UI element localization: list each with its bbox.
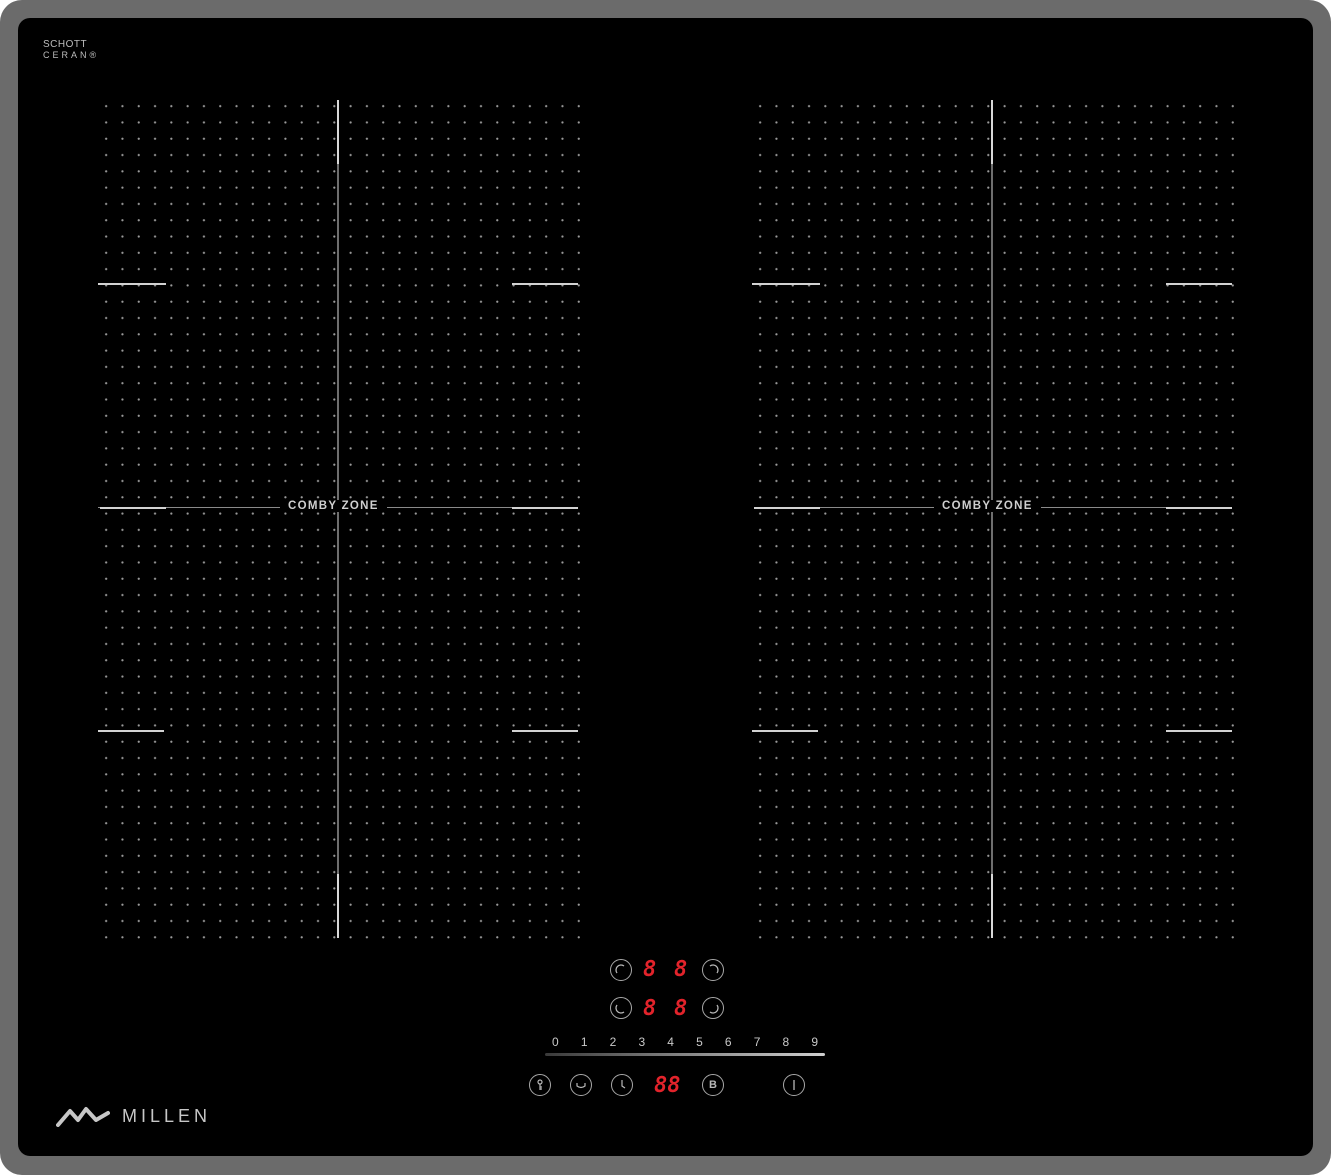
zone-marker-bottom-right (512, 730, 578, 732)
zone-select-front-right-button[interactable] (702, 997, 724, 1019)
zone-select-icon (709, 1004, 719, 1014)
pause-icon (576, 1083, 586, 1089)
power-level-0[interactable]: 0 (552, 1035, 559, 1049)
power-level-2[interactable]: 2 (610, 1035, 617, 1049)
power-level-7[interactable]: 7 (754, 1035, 761, 1049)
zone-select-icon (709, 964, 719, 974)
zone-marker-bottom-left-r (752, 730, 818, 732)
zone-select-icon (615, 1004, 625, 1014)
timer-button[interactable] (611, 1074, 633, 1096)
power-level-9[interactable]: 9 (811, 1035, 818, 1049)
zone-divider-vertical-left (337, 100, 339, 938)
schott-ceran-mark: SCHOTT CERAN® (43, 39, 100, 61)
display-rear-right: 8 (674, 957, 688, 982)
hob-frame: SCHOTT CERAN® COMBY ZONE COMBY ZONE 8 8 … (0, 0, 1331, 1175)
zone-marker-bottom-left (98, 730, 164, 732)
lock-icon (537, 1079, 543, 1090)
display-front-right: 8 (674, 996, 688, 1021)
zone-divider-mark-a (100, 507, 166, 509)
zone-divider-vertical-right (991, 100, 993, 938)
power-slider-track[interactable] (545, 1053, 825, 1056)
zone-select-icon (615, 964, 625, 974)
display-rear-left: 8 (643, 957, 657, 982)
zone-divider-mark-c (754, 507, 820, 509)
comby-zone-label-right: COMBY ZONE (934, 500, 1041, 512)
power-level-5[interactable]: 5 (696, 1035, 703, 1049)
lock-button[interactable] (529, 1074, 551, 1096)
power-icon (793, 1080, 795, 1090)
power-level-1[interactable]: 1 (581, 1035, 588, 1049)
material-brand-line2: CERAN® (43, 50, 100, 60)
brand-logo: MILLEN (56, 1105, 211, 1127)
ceramic-glass-surface: SCHOTT CERAN® COMBY ZONE COMBY ZONE 8 8 … (18, 18, 1313, 1156)
zone-marker-top-left-r (752, 283, 820, 285)
comby-zone-label-left: COMBY ZONE (280, 500, 387, 512)
power-slider[interactable]: 0 1 2 3 4 5 6 7 8 9 (545, 1035, 825, 1059)
zone-divider-mark-d (1166, 507, 1232, 509)
zone-marker-bottom-right-r (1166, 730, 1232, 732)
zone-marker-top-right-r (1166, 283, 1232, 285)
millen-logo-icon (56, 1107, 110, 1127)
boost-label: B (709, 1079, 717, 1091)
zone-select-rear-right-button[interactable] (702, 959, 724, 981)
pause-button[interactable] (570, 1074, 592, 1096)
boost-button[interactable]: B (702, 1074, 724, 1096)
zone-marker-top-right (512, 283, 578, 285)
power-scale-labels: 0 1 2 3 4 5 6 7 8 9 (545, 1035, 825, 1049)
display-front-left: 8 (643, 996, 657, 1021)
brand-name: MILLEN (122, 1105, 212, 1126)
power-button[interactable] (783, 1074, 805, 1096)
timer-display: 88 (654, 1073, 681, 1098)
power-level-8[interactable]: 8 (783, 1035, 790, 1049)
zone-select-front-left-button[interactable] (610, 997, 632, 1019)
power-level-4[interactable]: 4 (667, 1035, 674, 1049)
zone-select-rear-left-button[interactable] (610, 959, 632, 981)
material-brand-line1: SCHOTT (43, 39, 88, 50)
zone-marker-top-left (98, 283, 166, 285)
power-level-6[interactable]: 6 (725, 1035, 732, 1049)
zone-dot-grid-left (98, 98, 580, 940)
power-level-3[interactable]: 3 (638, 1035, 645, 1049)
zone-divider-mark-b (512, 507, 578, 509)
zone-dot-grid-right (752, 98, 1234, 940)
timer-icon (621, 1080, 626, 1089)
